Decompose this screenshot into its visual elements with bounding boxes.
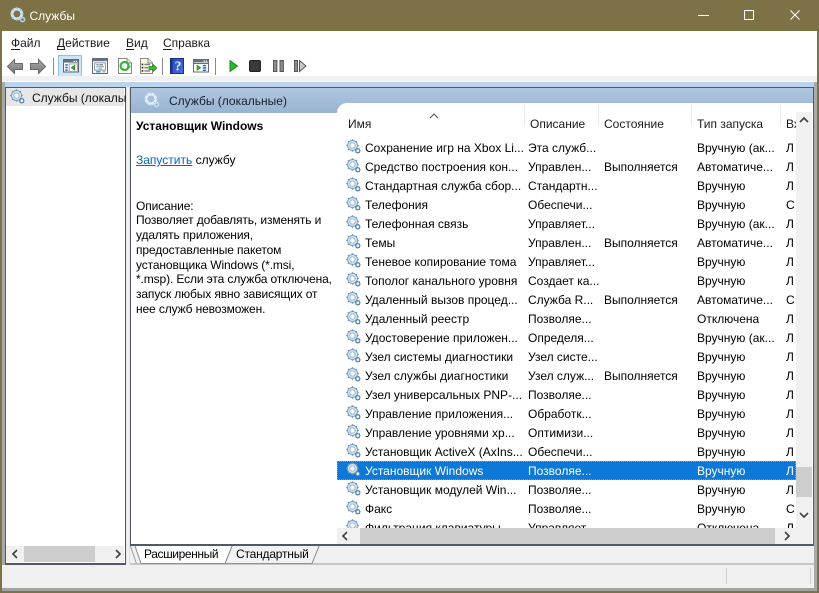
svg-text:?: ? [175, 59, 182, 74]
